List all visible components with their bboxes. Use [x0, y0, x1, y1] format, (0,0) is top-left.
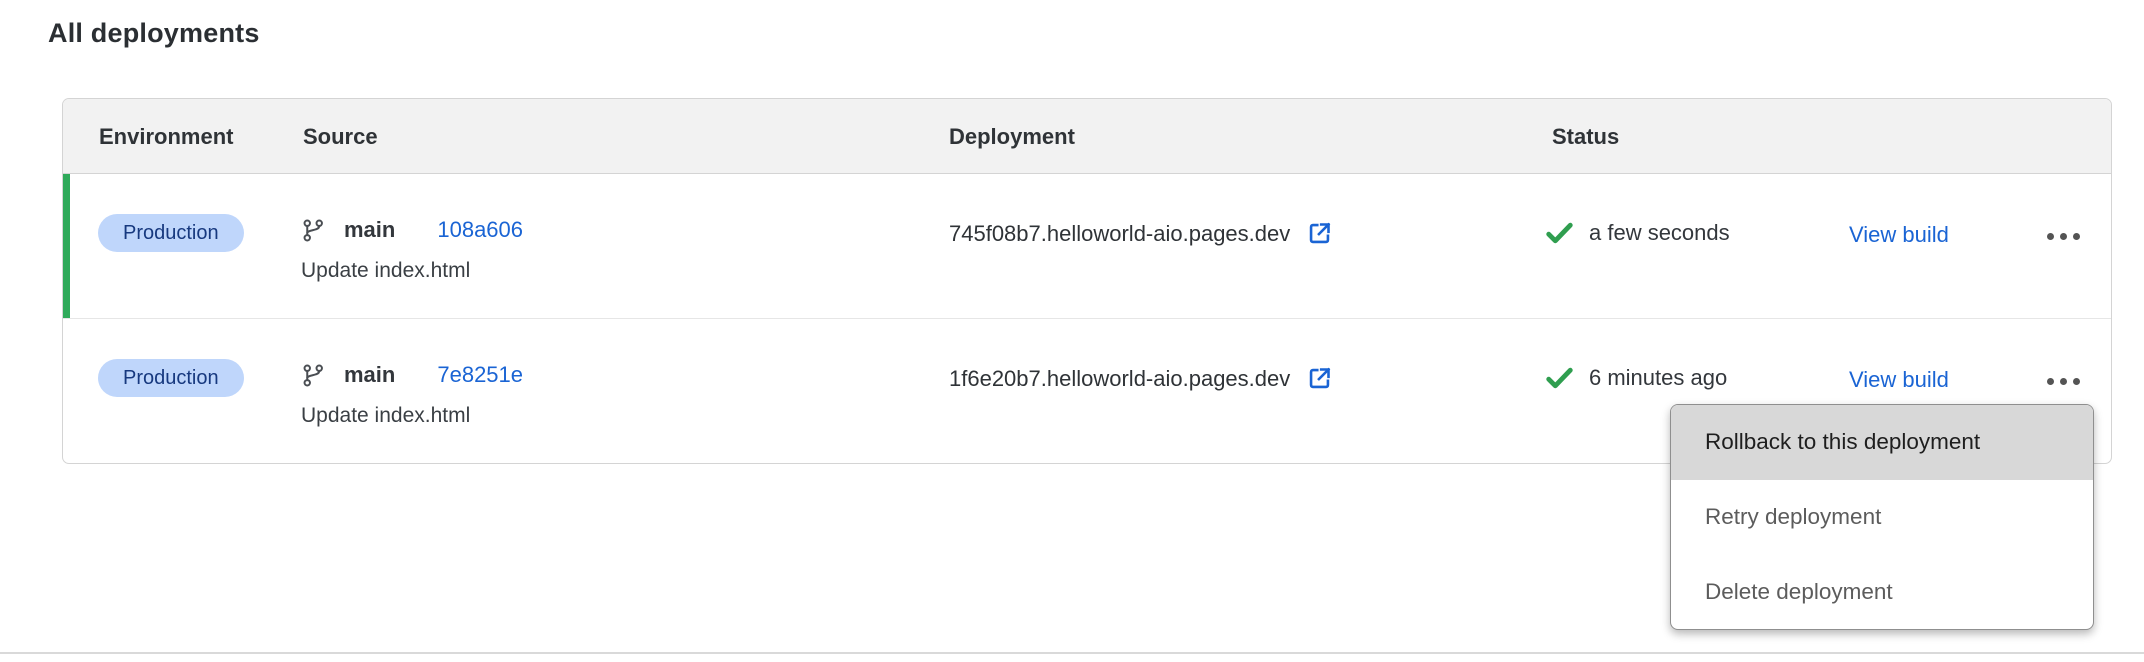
status-cell: a few seconds: [1545, 220, 1730, 246]
column-header-deployment: Deployment: [949, 99, 1075, 174]
commit-link[interactable]: 7e8251e: [437, 362, 523, 388]
external-link-icon: [1306, 220, 1333, 247]
column-header-environment: Environment: [99, 99, 233, 174]
open-deployment-link[interactable]: [1306, 220, 1333, 247]
menu-item-rollback[interactable]: Rollback to this deployment: [1671, 405, 2093, 480]
check-icon: [1545, 221, 1574, 245]
view-build-link[interactable]: View build: [1849, 367, 1949, 393]
deployment-cell: 745f08b7.helloworld-aio.pages.dev: [949, 220, 1333, 247]
git-branch-icon: [301, 218, 326, 243]
status-text: a few seconds: [1589, 220, 1730, 246]
table-header-row: Environment Source Deployment Status: [63, 99, 2111, 174]
commit-link[interactable]: 108a606: [437, 217, 523, 243]
ellipsis-icon: [2047, 378, 2080, 385]
deployment-row: Production main 108a606 Update index.htm…: [63, 174, 2111, 319]
deployment-url: 1f6e20b7.helloworld-aio.pages.dev: [949, 366, 1290, 392]
source-cell: main 7e8251e Update index.html: [301, 359, 523, 428]
commit-message: Update index.html: [301, 259, 523, 283]
external-link-icon: [1306, 365, 1333, 392]
commit-message: Update index.html: [301, 404, 523, 428]
branch-name: main: [344, 362, 395, 388]
deployment-cell: 1f6e20b7.helloworld-aio.pages.dev: [949, 365, 1333, 392]
deployment-url: 745f08b7.helloworld-aio.pages.dev: [949, 221, 1290, 247]
current-deployment-indicator: [63, 174, 70, 318]
ellipsis-icon: [2047, 233, 2080, 240]
status-cell: 6 minutes ago: [1545, 365, 1727, 391]
row-actions-button[interactable]: [2035, 214, 2091, 258]
page-title: All deployments: [48, 18, 260, 49]
menu-item-retry[interactable]: Retry deployment: [1671, 480, 2093, 555]
git-branch-icon: [301, 363, 326, 388]
branch-name: main: [344, 217, 395, 243]
row-actions-button[interactable]: [2035, 359, 2091, 403]
environment-badge: Production: [98, 214, 244, 252]
column-header-status: Status: [1552, 99, 1619, 174]
column-header-source: Source: [303, 99, 378, 174]
source-cell: main 108a606 Update index.html: [301, 214, 523, 283]
status-text: 6 minutes ago: [1589, 365, 1727, 391]
open-deployment-link[interactable]: [1306, 365, 1333, 392]
row-actions-menu: Rollback to this deployment Retry deploy…: [1670, 404, 2094, 630]
check-icon: [1545, 366, 1574, 390]
view-build-link[interactable]: View build: [1849, 222, 1949, 248]
environment-badge: Production: [98, 359, 244, 397]
page-section-divider: [0, 652, 2144, 654]
menu-item-delete[interactable]: Delete deployment: [1671, 554, 2093, 629]
